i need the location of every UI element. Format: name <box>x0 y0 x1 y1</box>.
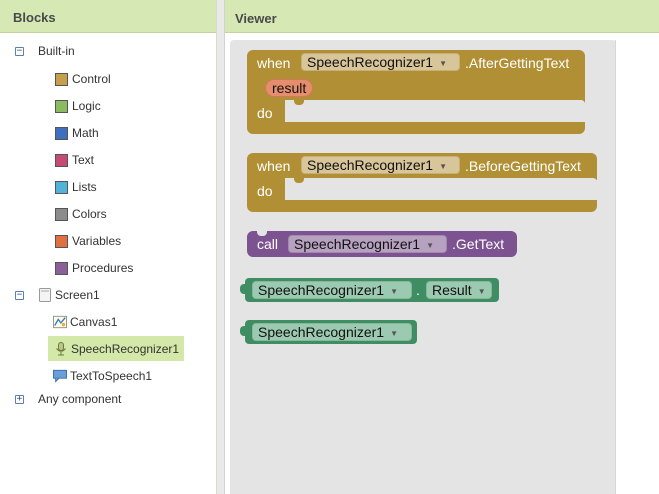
when-label: when <box>257 55 291 71</box>
do-label: do <box>257 105 273 121</box>
component-dropdown-value: SpeechRecognizer1 <box>307 157 434 173</box>
tree-item-label: Lists <box>72 180 97 194</box>
do-statement-slot[interactable] <box>285 178 597 200</box>
dot-separator: . <box>416 282 420 298</box>
tree-item-label: Variables <box>72 234 122 248</box>
tree-item-text[interactable]: Text <box>55 150 94 170</box>
component-dropdown[interactable]: SpeechRecognizer1 ▼ <box>301 53 460 71</box>
component-block[interactable]: SpeechRecognizer1 ▼ <box>245 320 417 344</box>
logic-color-icon <box>55 99 68 113</box>
event-block-footer <box>247 122 585 134</box>
tree-screen1-label: Screen1 <box>55 288 100 302</box>
component-dropdown-value: SpeechRecognizer1 <box>258 324 385 340</box>
tree-item-label: TextToSpeech1 <box>70 369 153 383</box>
chevron-down-icon: ▼ <box>439 161 448 171</box>
property-dropdown[interactable]: Result ▼ <box>426 281 492 299</box>
component-dropdown[interactable]: SpeechRecognizer1 ▼ <box>288 235 447 253</box>
do-statement-slot[interactable] <box>285 100 585 122</box>
tree-item-label: SpeechRecognizer1 <box>71 341 180 356</box>
chevron-down-icon: ▼ <box>426 240 435 250</box>
control-color-icon <box>55 72 68 86</box>
property-getter-block[interactable]: SpeechRecognizer1 ▼ . Result ▼ <box>245 278 499 302</box>
tree-item-speechrecognizer1[interactable]: SpeechRecognizer1 <box>48 336 184 361</box>
component-dropdown-value: SpeechRecognizer1 <box>294 236 421 252</box>
variables-color-icon <box>55 234 68 248</box>
method-name-label: .GetText <box>452 236 505 252</box>
tree-item-label: Procedures <box>72 261 134 275</box>
tree-item-logic[interactable]: Logic <box>55 96 101 116</box>
when-label: when <box>257 158 291 174</box>
component-dropdown[interactable]: SpeechRecognizer1 ▼ <box>301 156 460 174</box>
call-label: call <box>257 236 279 252</box>
result-parameter-label: result <box>272 80 307 96</box>
blocks-panel: Blocks − Built-in Control Logic Math Tex… <box>0 0 217 494</box>
tree-screen1[interactable]: − Screen1 <box>15 285 100 305</box>
tree-item-canvas1[interactable]: Canvas1 <box>53 312 117 332</box>
text-color-icon <box>55 153 68 167</box>
tree-item-label: Math <box>72 126 99 140</box>
component-dropdown[interactable]: SpeechRecognizer1 ▼ <box>252 323 412 341</box>
tree-item-label: Canvas1 <box>70 315 118 329</box>
tree-item-label: Text <box>72 153 95 167</box>
component-dropdown-value: SpeechRecognizer1 <box>307 54 434 70</box>
tree-item-procedures[interactable]: Procedures <box>55 258 133 278</box>
tree-any-component-label: Any component <box>38 392 122 406</box>
tree-builtin-label: Built-in <box>38 44 75 58</box>
component-dropdown-value: SpeechRecognizer1 <box>258 282 385 298</box>
colors-color-icon <box>55 207 68 221</box>
component-dropdown[interactable]: SpeechRecognizer1 ▼ <box>252 281 412 299</box>
workspace-edge <box>615 40 659 494</box>
panel-scrollbar[interactable] <box>217 0 225 494</box>
math-color-icon <box>55 126 68 140</box>
tree-any-component[interactable]: + Any component <box>15 389 121 409</box>
expand-icon[interactable]: + <box>15 394 24 404</box>
blocks-panel-title: Blocks <box>0 0 216 33</box>
event-name-label: .AfterGettingText <box>465 55 570 71</box>
chevron-down-icon: ▼ <box>477 286 486 296</box>
event-block-footer <box>247 200 597 212</box>
tree-item-texttospeech1[interactable]: TextToSpeech1 <box>53 366 152 386</box>
speaker-icon <box>53 369 67 383</box>
tree-item-variables[interactable]: Variables <box>55 231 121 251</box>
result-parameter[interactable]: result <box>265 79 314 97</box>
collapse-icon[interactable]: − <box>15 46 24 56</box>
tree-item-math[interactable]: Math <box>55 123 99 143</box>
tree-item-label: Control <box>72 72 111 86</box>
canvas-icon <box>53 315 67 329</box>
chevron-down-icon: ▼ <box>390 328 399 338</box>
chevron-down-icon: ▼ <box>390 286 399 296</box>
screen-icon <box>39 288 51 302</box>
viewer-title: Viewer <box>225 0 659 33</box>
procedures-color-icon <box>55 261 68 275</box>
tree-item-control[interactable]: Control <box>55 69 111 89</box>
tree-item-label: Colors <box>72 207 107 221</box>
tree-builtin[interactable]: − Built-in <box>15 41 75 61</box>
collapse-icon[interactable]: − <box>15 290 24 300</box>
microphone-icon <box>56 341 66 355</box>
tree-item-label: Logic <box>72 99 101 113</box>
chevron-down-icon: ▼ <box>439 58 448 68</box>
lists-color-icon <box>55 180 68 194</box>
tree-item-colors[interactable]: Colors <box>55 204 107 224</box>
property-dropdown-value: Result <box>432 282 472 298</box>
tree-item-lists[interactable]: Lists <box>55 177 97 197</box>
call-get-text-block[interactable]: call SpeechRecognizer1 ▼ .GetText <box>247 231 517 257</box>
event-name-label: .BeforeGettingText <box>465 158 581 174</box>
do-label: do <box>257 183 273 199</box>
